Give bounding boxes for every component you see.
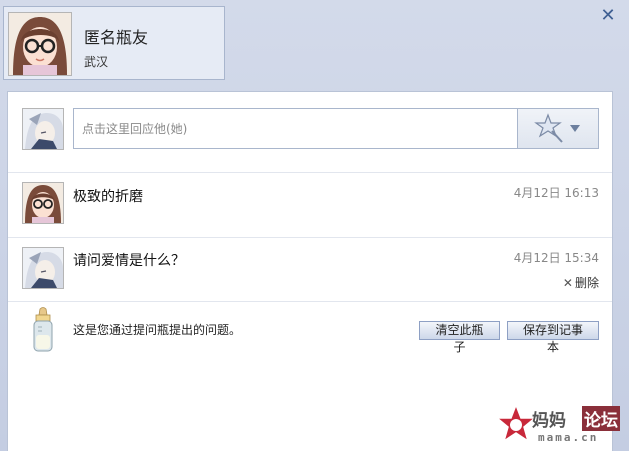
boy-avatar-icon	[23, 109, 63, 149]
watermark-text: mama.cn	[538, 431, 599, 444]
triangle-down-icon	[570, 125, 580, 132]
girl-avatar-icon	[23, 183, 63, 223]
message-time: 4月12日 16:13	[513, 186, 599, 200]
save-to-notepad-button[interactable]: 保存到记事本	[507, 321, 599, 354]
star-wand-icon	[534, 113, 580, 143]
divider	[8, 301, 612, 302]
profile-card: 匿名瓶友 武汉	[3, 6, 225, 80]
clear-bottle-button[interactable]: 清空此瓶子	[419, 321, 500, 354]
my-avatar	[22, 108, 64, 150]
watermark-text: 论坛	[582, 406, 620, 431]
reply-box	[73, 108, 599, 149]
divider	[8, 172, 612, 173]
close-icon[interactable]: ✕	[598, 6, 618, 26]
conversation-panel: 极致的折磨 4月12日 16:13 请问爱情是什么？ 4月12日 15:34 ✕…	[7, 91, 613, 451]
divider	[8, 237, 612, 238]
delete-link[interactable]: ✕ 删除	[563, 274, 599, 291]
delete-label: 删除	[574, 276, 599, 290]
baby-bottle-icon	[30, 307, 56, 353]
question-note: 这是您通过提问瓶提出的问题。	[73, 323, 242, 337]
avatar-large	[8, 12, 72, 76]
message-text: 极致的折磨	[73, 189, 143, 205]
profile-location: 武汉	[84, 55, 109, 69]
profile-name: 匿名瓶友	[84, 28, 149, 47]
message-time: 4月12日 15:34	[513, 251, 599, 265]
watermark-logo: 妈妈 论坛 mama.cn	[494, 401, 629, 451]
dialog-frame: ✕ 匿名瓶友 武汉 点击这里回应他(她) 极致的折磨 4月12日 16:13 请…	[0, 0, 629, 451]
my-avatar	[22, 247, 64, 289]
watermark-text: 妈妈	[532, 411, 566, 431]
emoji-dropdown-button[interactable]	[517, 109, 598, 148]
message-text: 请问爱情是什么？	[73, 253, 185, 269]
boy-avatar-icon	[23, 248, 63, 288]
reply-input[interactable]	[74, 109, 518, 148]
close-icon: ✕	[562, 276, 573, 290]
sender-avatar	[22, 182, 64, 224]
girl-avatar-icon	[9, 13, 71, 75]
